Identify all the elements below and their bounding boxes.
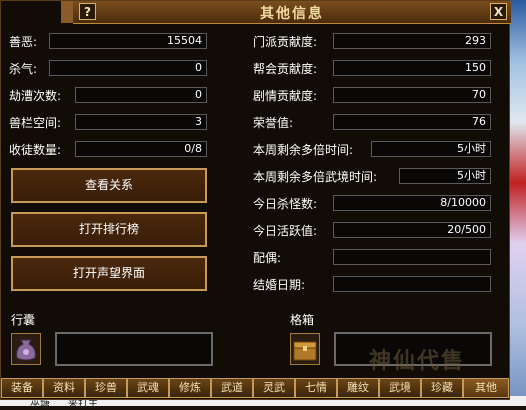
stat-label: 善恶: [9,35,38,49]
chest-label: 格箱 [290,313,315,327]
watermark: 神仙代售 [369,349,466,374]
stat-row-spouse: 配偶: [253,249,493,265]
view-relations-button[interactable]: 查看关系 [11,168,207,203]
stat-value [333,249,491,265]
bag-item-box[interactable] [55,332,213,366]
stat-value: 70 [333,87,491,103]
stat-row-honor: 荣誉值: 76 [253,114,493,130]
stat-row-weekly-multi-realm-time: 本周剩余多倍武境时间: 5小时 [253,168,493,184]
tab-martial-realm[interactable]: 武境 [379,378,421,398]
tab-cultivation[interactable]: 修炼 [169,378,211,398]
stat-label: 今日杀怪数: [253,197,318,211]
stat-row-apprentices: 收徒数量: 0/8 [9,141,209,157]
stat-value: 150 [333,60,491,76]
stat-value: 20/500 [333,222,491,238]
tab-other[interactable]: 其他 [463,378,509,398]
stat-value: 15504 [49,33,207,49]
stat-row-daily-activity: 今日活跃值: 20/500 [253,222,493,238]
stat-row-weekly-multi-time: 本周剩余多倍时间: 5小时 [253,141,493,157]
tab-pets[interactable]: 珍兽 [85,378,127,398]
stat-label: 荣誉值: [253,116,294,130]
help-button[interactable]: ? [79,3,96,20]
stat-label: 本周剩余多倍时间: [253,143,354,157]
stat-label: 劫漕次数: [9,89,62,103]
stat-value: 0 [75,87,207,103]
tab-collection[interactable]: 珍藏 [421,378,463,398]
tab-profile[interactable]: 资料 [43,378,85,398]
stat-value: 0 [49,60,207,76]
bag-slot[interactable] [11,333,41,365]
stat-row-wedding-date: 结婚日期: [253,276,493,292]
game-background-right [510,0,526,406]
tab-spirit-weapon[interactable]: 灵武 [253,378,295,398]
bag-icon [16,339,36,361]
stat-label: 收徒数量: [9,143,62,157]
tab-martial-soul[interactable]: 武魂 [127,378,169,398]
stat-label: 兽栏空间: [9,116,62,130]
stat-value: 5小时 [371,141,491,157]
stat-row-pen-space: 兽栏空间: 3 [9,114,209,130]
stat-value: 5小时 [399,168,491,184]
tab-engraving[interactable]: 雕纹 [337,378,379,398]
tab-equipment[interactable]: 装备 [1,378,43,398]
stat-value: 0/8 [75,141,207,157]
stat-label: 今日活跃值: [253,224,318,238]
title-bar[interactable]: 其他信息 [73,1,511,24]
tab-martial-way[interactable]: 武道 [211,378,253,398]
stat-label: 配偶: [253,251,282,265]
stat-row-good-evil: 善恶: 15504 [9,33,209,49]
stat-row-sect-contribution: 门派贡献度: 293 [253,33,493,49]
stat-value [333,276,491,292]
chest-icon [293,341,317,361]
stat-label: 杀气: [9,62,38,76]
stat-label: 剧情贡献度: [253,89,318,103]
open-reputation-button[interactable]: 打开声望界面 [11,256,207,291]
stat-value: 293 [333,33,491,49]
stat-label: 门派贡献度: [253,35,318,49]
stat-label: 结婚日期: [253,278,306,292]
chest-slot[interactable] [290,333,320,365]
tab-seven-emotions[interactable]: 七情 [295,378,337,398]
stat-row-daily-kills: 今日杀怪数: 8/10000 [253,195,493,211]
open-ranking-button[interactable]: 打开排行榜 [11,212,207,247]
stat-row-story-contribution: 剧情贡献度: 70 [253,87,493,103]
stat-row-killing-aura: 杀气: 0 [9,60,209,76]
stat-label: 帮会贡献度: [253,62,318,76]
stat-value: 76 [333,114,491,130]
stat-row-guild-contribution: 帮会贡献度: 150 [253,60,493,76]
other-info-window: 其他信息 ? X 善恶: 15504 杀气: 0 劫漕次数: 0 兽栏空间: 3… [0,0,511,400]
bag-label: 行囊 [11,313,36,327]
window-corner-ornament [61,1,73,23]
stat-row-robbery-count: 劫漕次数: 0 [9,87,209,103]
stat-value: 3 [75,114,207,130]
tab-bar: 装备 资料 珍兽 武魂 修炼 武道 灵武 七情 雕纹 武境 珍藏 其他 [1,378,511,398]
stat-label: 本周剩余多倍武境时间: [253,170,378,184]
close-button[interactable]: X [490,3,507,20]
window-title: 其他信息 [260,6,324,22]
stat-value: 8/10000 [333,195,491,211]
